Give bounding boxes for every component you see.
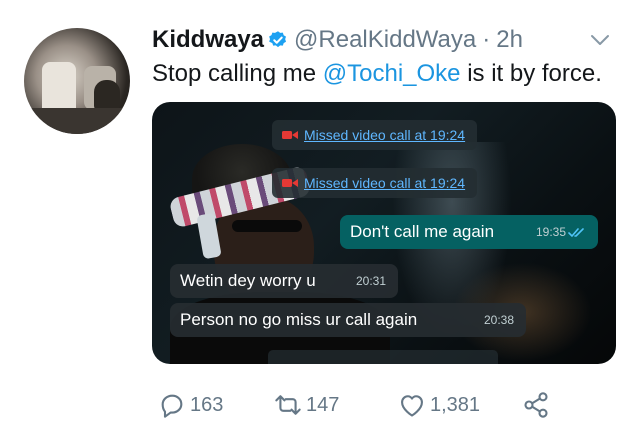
partially-visible-message — [268, 350, 498, 364]
missed-call-text: Missed video call at 19:24 — [304, 127, 466, 143]
retweet-icon — [275, 395, 301, 415]
share-button[interactable] — [522, 391, 554, 419]
message-time: 20:31 — [355, 274, 386, 288]
video-camera-icon — [282, 179, 298, 187]
dot-separator: · — [482, 26, 491, 53]
message-time: 20:38 — [483, 313, 514, 327]
tweet-image[interactable]: Missed video call at 19:24 Missed video … — [152, 102, 616, 364]
like-icon — [401, 395, 423, 417]
mention-link[interactable]: @Tochi_Oke — [323, 60, 461, 87]
missed-call-notice: Missed video call at 19:24 — [272, 168, 478, 198]
message-outgoing: Don't call me again 19:35 — [340, 215, 598, 249]
message-incoming: Wetin dey worry u 20:31 — [170, 264, 398, 298]
reply-button[interactable]: 163 — [158, 391, 274, 419]
like-button[interactable]: 1,381 — [398, 391, 522, 419]
message-text: Person no go miss ur call again — [180, 310, 418, 329]
tweet-text-after: is it by force. — [460, 60, 602, 87]
reply-count: 163 — [190, 393, 224, 416]
tweet-text-before: Stop calling me — [152, 60, 323, 87]
chevron-down-icon[interactable] — [588, 28, 612, 52]
tweet-header: Kiddwaya @RealKiddWaya · 2h — [152, 24, 523, 56]
tweet-actions: 163 147 1,381 — [158, 390, 554, 420]
timestamp[interactable]: 2h — [496, 26, 523, 54]
double-check-icon — [568, 228, 584, 237]
missed-call-text: Missed video call at 19:24 — [304, 175, 466, 191]
like-count: 1,381 — [430, 393, 481, 416]
message-time: 19:35 — [536, 225, 598, 239]
video-camera-icon — [282, 131, 298, 139]
avatar-person — [94, 80, 120, 110]
display-name[interactable]: Kiddwaya — [152, 26, 264, 54]
share-icon — [524, 392, 548, 418]
message-incoming: Person no go miss ur call again 20:38 — [170, 303, 526, 337]
reply-icon — [161, 394, 183, 418]
retweet-count: 147 — [306, 393, 340, 416]
handle[interactable]: @RealKiddWaya — [294, 26, 476, 54]
message-text: Don't call me again — [350, 222, 495, 241]
message-text: Wetin dey worry u — [180, 271, 316, 290]
avatar-floor — [24, 108, 130, 134]
tweet-text: Stop calling me @Tochi_Oke is it by forc… — [152, 60, 602, 88]
verified-icon — [269, 31, 287, 48]
missed-call-notice: Missed video call at 19:24 — [272, 120, 478, 150]
avatar-seat-left — [42, 62, 76, 112]
person-sunglasses — [232, 220, 302, 232]
avatar[interactable] — [24, 28, 130, 134]
retweet-button[interactable]: 147 — [274, 391, 398, 419]
